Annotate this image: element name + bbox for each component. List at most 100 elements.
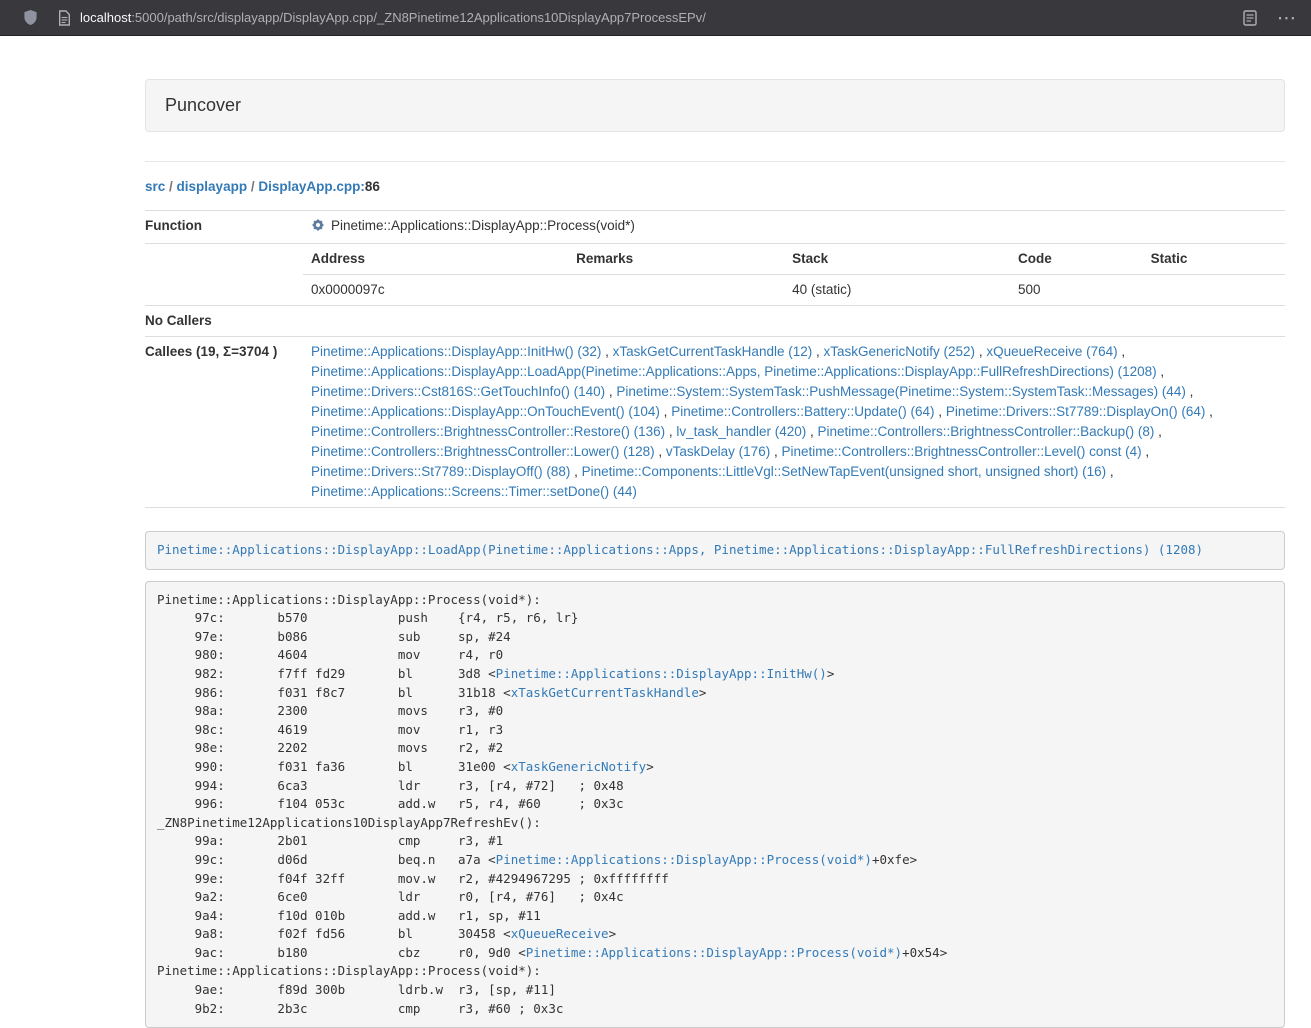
callee-link[interactable]: Pinetime::Controllers::BrightnessControl… (311, 424, 665, 439)
callees-line: Pinetime::Applications::DisplayApp::Init… (311, 342, 1277, 362)
url-bar[interactable]: localhost:5000/path/src/displayapp/Displ… (80, 10, 706, 25)
disassembly-line: 97e: b086 sub sp, #24 (157, 628, 1273, 647)
symbol-table: Function Pinetime::Applications::Display… (145, 210, 1285, 508)
disassembly-line: 99a: 2b01 cmp r3, #1 (157, 832, 1273, 851)
app-title: Puncover (165, 95, 241, 115)
callee-link[interactable]: Pinetime::Applications::Screens::Timer::… (311, 484, 637, 499)
callee-link[interactable]: Pinetime::Applications::DisplayApp::OnTo… (311, 404, 660, 419)
disassembly-line: 996: f104 053c add.w r5, r4, #60 ; 0x3c (157, 795, 1273, 814)
disassembly-line: 986: f031 f8c7 bl 31b18 <xTaskGetCurrent… (157, 684, 1273, 703)
disassembly-symbol-link[interactable]: xQueueReceive (511, 926, 609, 941)
disassembly-line: 9a4: f10d 010b add.w r1, sp, #11 (157, 907, 1273, 926)
disassembly-symbol-link[interactable]: Pinetime::Applications::DisplayApp::Proc… (526, 945, 902, 960)
callees-line: Pinetime::Controllers::BrightnessControl… (311, 422, 1277, 442)
callee-link[interactable]: xTaskGetCurrentTaskHandle (12) (613, 344, 813, 359)
disassembly-line: 994: 6ca3 ldr r3, [r4, #72] ; 0x48 (157, 777, 1273, 796)
callees-line: Pinetime::Applications::Screens::Timer::… (311, 482, 1277, 502)
callee-link[interactable]: xQueueReceive (764) (986, 344, 1117, 359)
remarks-value (568, 275, 784, 306)
stack-value: 40 (static) (784, 275, 1010, 306)
code-value: 500 (1010, 275, 1143, 306)
callee-link[interactable]: xTaskGenericNotify (252) (824, 344, 976, 359)
breadcrumb-line-number: 86 (365, 179, 380, 194)
stats-table: Address Remarks Stack Code Static 0x0000… (303, 244, 1285, 305)
function-name: Pinetime::Applications::DisplayApp::Proc… (331, 218, 635, 233)
callees-line: Pinetime::Applications::DisplayApp::Load… (311, 362, 1277, 382)
callees-line: Pinetime::Drivers::Cst816S::GetTouchInfo… (311, 382, 1277, 402)
stats-row: Address Remarks Stack Code Static 0x0000… (145, 244, 1285, 306)
disassembly-line: Pinetime::Applications::DisplayApp::Proc… (157, 962, 1273, 981)
url-path: :5000/path/src/displayapp/DisplayApp.cpp… (131, 10, 706, 25)
callee-link[interactable]: Pinetime::Applications::DisplayApp::Init… (311, 344, 601, 359)
callee-link[interactable]: Pinetime::Controllers::Battery::Update()… (671, 404, 934, 419)
disassembly-symbol-link[interactable]: Pinetime::Applications::DisplayApp::Proc… (496, 852, 872, 867)
function-label: Function (145, 211, 303, 244)
static-value (1143, 275, 1285, 306)
snippet-box: Pinetime::Applications::DisplayApp::Load… (145, 531, 1285, 570)
col-header-address: Address (303, 244, 568, 275)
tracking-protection-shield-icon[interactable] (23, 9, 38, 26)
breadcrumb-link[interactable]: src (145, 179, 165, 194)
page-content: Puncover src / displayapp / DisplayApp.c… (145, 36, 1285, 1028)
callee-link[interactable]: Pinetime::Drivers::St7789::DisplayOff() … (311, 464, 570, 479)
breadcrumb: src / displayapp / DisplayApp.cpp:86 (145, 177, 1285, 197)
callees-list: Pinetime::Applications::DisplayApp::Init… (311, 342, 1277, 502)
stats-value-row: 0x0000097c 40 (static) 500 (303, 275, 1285, 306)
col-header-remarks: Remarks (568, 244, 784, 275)
disassembly-symbol-link[interactable]: xTaskGetCurrentTaskHandle (511, 685, 699, 700)
divider (145, 161, 1285, 162)
stats-row-label (145, 244, 303, 306)
col-header-static: Static (1143, 244, 1285, 275)
disassembly-line: 9a2: 6ce0 ldr r0, [r4, #76] ; 0x4c (157, 888, 1273, 907)
disassembly-symbol-link[interactable]: xTaskGenericNotify (511, 759, 646, 774)
address-value: 0x0000097c (303, 275, 568, 306)
function-row: Function Pinetime::Applications::Display… (145, 211, 1285, 244)
disassembly-line: 982: f7ff fd29 bl 3d8 <Pinetime::Applica… (157, 665, 1273, 684)
disassembly-line: 9ac: b180 cbz r0, 9d0 <Pinetime::Applica… (157, 944, 1273, 963)
breadcrumb-separator: / (165, 179, 176, 194)
disassembly-line: 98a: 2300 movs r3, #0 (157, 702, 1273, 721)
disassembly-line: 990: f031 fa36 bl 31e00 <xTaskGenericNot… (157, 758, 1273, 777)
disassembly-line: _ZN8Pinetime12Applications10DisplayApp7R… (157, 814, 1273, 833)
no-callers-row: No Callers (145, 306, 1285, 337)
disassembly-line: 980: 4604 mov r4, r0 (157, 646, 1273, 665)
breadcrumb-separator: / (247, 179, 258, 194)
callee-link[interactable]: Pinetime::Applications::DisplayApp::Load… (311, 364, 1157, 379)
callees-line: Pinetime::Controllers::BrightnessControl… (311, 442, 1277, 462)
stats-header-row: Address Remarks Stack Code Static (303, 244, 1285, 275)
col-header-code: Code (1010, 244, 1143, 275)
breadcrumb-link[interactable]: displayapp (177, 179, 248, 194)
callee-link[interactable]: Pinetime::Drivers::St7789::DisplayOn() (… (946, 404, 1206, 419)
disassembly-line: 99c: d06d beq.n a7a <Pinetime::Applicati… (157, 851, 1273, 870)
callee-link[interactable]: Pinetime::Controllers::BrightnessControl… (781, 444, 1141, 459)
disassembly-line: Pinetime::Applications::DisplayApp::Proc… (157, 591, 1273, 610)
callee-link[interactable]: Pinetime::Controllers::BrightnessControl… (818, 424, 1155, 439)
callees-line: Pinetime::Applications::DisplayApp::OnTo… (311, 402, 1277, 422)
loadapp-symbol-link[interactable]: Pinetime::Applications::DisplayApp::Load… (157, 542, 1203, 557)
disassembly-line: 9a8: f02f fd56 bl 30458 <xQueueReceive> (157, 925, 1273, 944)
function-type-icon (311, 218, 325, 238)
browser-toolbar: localhost:5000/path/src/displayapp/Displ… (0, 0, 1311, 36)
url-host: localhost (80, 10, 131, 25)
disassembly-line: 9ae: f89d 300b ldrb.w r3, [sp, #11] (157, 981, 1273, 1000)
callees-line: Pinetime::Drivers::St7789::DisplayOff() … (311, 462, 1277, 482)
no-callers-label: No Callers (145, 306, 303, 337)
callee-link[interactable]: lv_task_handler (420) (676, 424, 806, 439)
disassembly: Pinetime::Applications::DisplayApp::Proc… (145, 581, 1285, 1028)
reader-mode-icon[interactable] (1243, 10, 1257, 26)
callee-link[interactable]: Pinetime::Controllers::BrightnessControl… (311, 444, 655, 459)
breadcrumb-link[interactable]: DisplayApp.cpp: (258, 179, 365, 194)
app-header-panel: Puncover (145, 79, 1285, 132)
disassembly-symbol-link[interactable]: Pinetime::Applications::DisplayApp::Init… (496, 666, 827, 681)
page-info-icon[interactable] (58, 10, 71, 26)
callees-label: Callees (19, Σ=3704 ) (145, 337, 303, 508)
callee-link[interactable]: Pinetime::Components::LittleVgl::SetNewT… (582, 464, 1107, 479)
disassembly-line: 98e: 2202 movs r2, #2 (157, 739, 1273, 758)
disassembly-line: 97c: b570 push {r4, r5, r6, lr} (157, 609, 1273, 628)
callee-link[interactable]: vTaskDelay (176) (666, 444, 770, 459)
callee-link[interactable]: Pinetime::Drivers::Cst816S::GetTouchInfo… (311, 384, 605, 399)
more-options-icon[interactable]: ⋯ (1277, 13, 1296, 23)
callee-link[interactable]: Pinetime::System::SystemTask::PushMessag… (616, 384, 1185, 399)
disassembly-line: 9b2: 2b3c cmp r3, #60 ; 0x3c (157, 1000, 1273, 1019)
col-header-stack: Stack (784, 244, 1010, 275)
